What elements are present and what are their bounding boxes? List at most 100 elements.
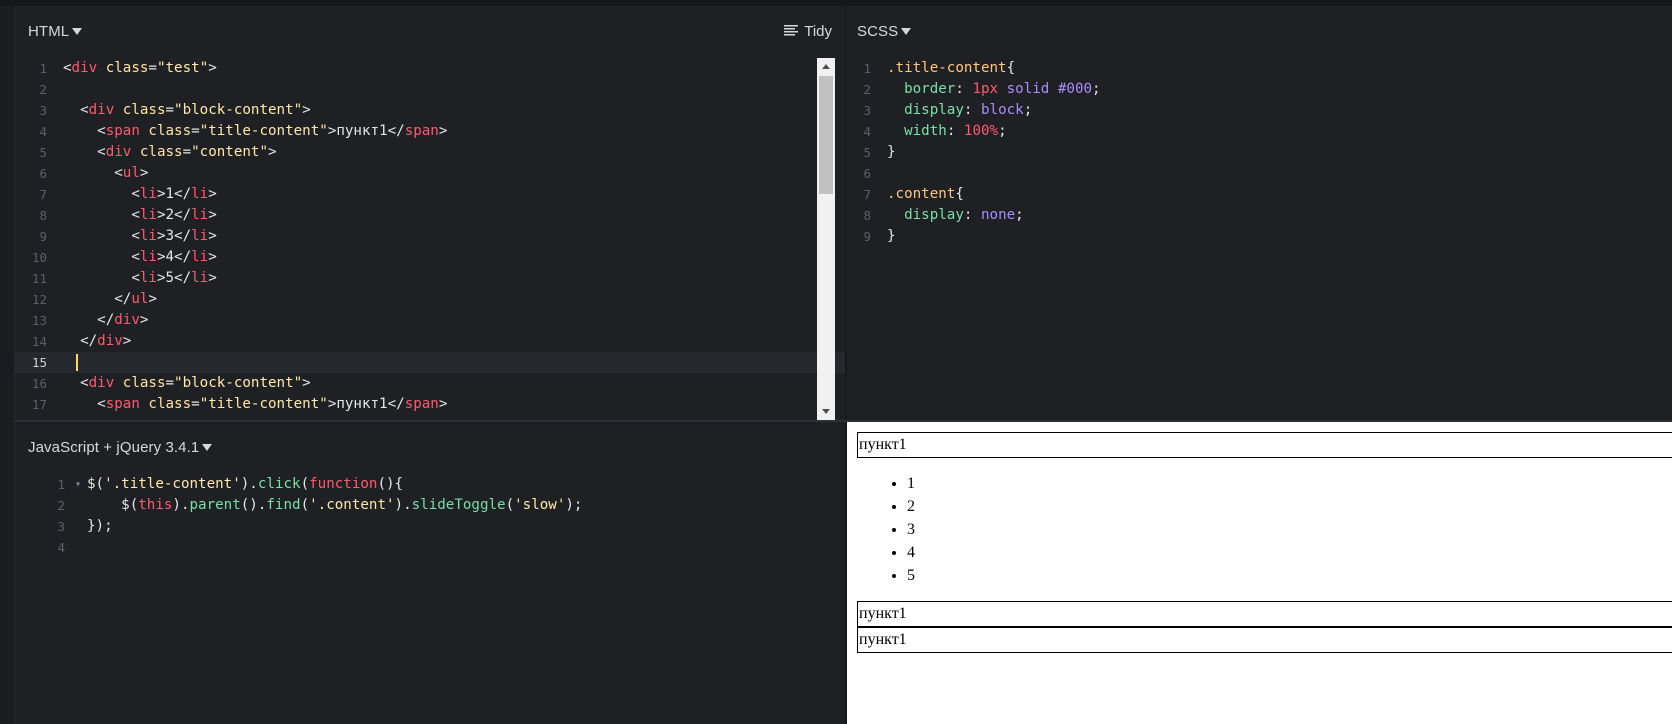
result-title-content[interactable]: пункт1 bbox=[857, 627, 1672, 653]
html-code-line[interactable]: 5 <div class="content"> bbox=[15, 142, 845, 163]
list-item: 2 bbox=[907, 495, 1672, 518]
code-text: <span class="title-content">пункт1</span… bbox=[63, 396, 448, 412]
line-number: 5 bbox=[863, 145, 871, 160]
line-number: 10 bbox=[31, 250, 47, 265]
js-code-line[interactable]: 3}); bbox=[15, 516, 845, 537]
scss-code-line[interactable]: 5} bbox=[847, 142, 1672, 163]
code-text: <div class="content"> bbox=[63, 144, 277, 160]
html-code-line[interactable]: 15 bbox=[15, 352, 845, 373]
result-title-content[interactable]: пункт1 bbox=[857, 601, 1672, 627]
code-text: <li>2</li> bbox=[63, 207, 217, 223]
code-text: <li>5</li> bbox=[63, 270, 217, 286]
js-language-selector[interactable]: JavaScript + jQuery 3.4.1 bbox=[28, 439, 213, 456]
code-text: display: none; bbox=[904, 207, 1024, 223]
scss-language-selector[interactable]: SCSS bbox=[857, 23, 912, 40]
list-item: 5 bbox=[907, 564, 1672, 587]
html-code-line[interactable]: 11 <li>5</li> bbox=[15, 268, 845, 289]
scss-code-editor[interactable]: 1 .title-content{2 border: 1px solid #000… bbox=[847, 58, 1672, 420]
scss-code-line[interactable]: 8 display: none; bbox=[847, 205, 1672, 226]
line-number: 8 bbox=[39, 208, 47, 223]
scrollbar-thumb[interactable] bbox=[819, 76, 833, 194]
scroll-up-arrow-icon[interactable] bbox=[817, 58, 835, 75]
scss-code-line[interactable]: 6 bbox=[847, 163, 1672, 184]
scss-code-line[interactable]: 1 .title-content{ bbox=[847, 58, 1672, 79]
line-number: 2 bbox=[863, 82, 871, 97]
html-code-line[interactable]: 8 <li>2</li> bbox=[15, 205, 845, 226]
js-code-editor[interactable]: 1 ▾ $('.title-content').click(function(){ 2… bbox=[15, 474, 845, 724]
line-number: 4 bbox=[39, 124, 47, 139]
code-text: </div> bbox=[63, 333, 132, 349]
line-number: 3 bbox=[39, 103, 47, 118]
tidy-lines-icon bbox=[784, 25, 799, 36]
caret-down-icon bbox=[901, 28, 912, 35]
js-editor-pane: JavaScript + jQuery 3.4.1 1 ▾ $('.title-co… bbox=[15, 422, 845, 724]
html-code-line[interactable]: 12 </ul> bbox=[15, 289, 845, 310]
line-number: 7 bbox=[39, 187, 47, 202]
line-number: 16 bbox=[31, 376, 47, 391]
js-pane-header: JavaScript + jQuery 3.4.1 bbox=[15, 422, 845, 472]
html-code-line[interactable]: 4 <span class="title-content">пункт1</sp… bbox=[15, 121, 845, 142]
line-number: 15 bbox=[31, 355, 47, 370]
line-number: 4 bbox=[863, 124, 871, 139]
html-code-line[interactable]: 1 <div class="test"> bbox=[15, 58, 845, 79]
result-title-content[interactable]: пункт1 bbox=[857, 432, 1672, 458]
html-code-line[interactable]: 7 <li>1</li> bbox=[15, 184, 845, 205]
code-text: <li>4</li> bbox=[63, 249, 217, 265]
tidy-label: Tidy bbox=[804, 23, 832, 40]
code-text: display: block; bbox=[904, 102, 1033, 118]
js-code-line[interactable]: 2 $(this).parent().find('.content').slid… bbox=[15, 495, 845, 516]
list-item: 1 bbox=[907, 472, 1672, 495]
code-text: <li>1</li> bbox=[63, 186, 217, 202]
line-number: 6 bbox=[39, 166, 47, 181]
js-code-line[interactable]: 4 bbox=[15, 537, 845, 558]
line-number: 7 bbox=[863, 187, 871, 202]
line-number: 17 bbox=[31, 397, 47, 412]
html-code-line[interactable]: 3 <div class="block-content"> bbox=[15, 100, 845, 121]
line-number: 9 bbox=[863, 229, 871, 244]
fold-arrow-icon[interactable]: ▾ bbox=[75, 474, 81, 495]
scss-pane-header: SCSS bbox=[847, 6, 1672, 56]
html-code-line[interactable]: 2 bbox=[15, 79, 845, 100]
scss-editor-pane: SCSS 1 .title-content{2 border: 1px solid… bbox=[847, 6, 1672, 420]
scss-code-line[interactable]: 7 .content{ bbox=[847, 184, 1672, 205]
code-text: border: 1px solid #000; bbox=[904, 81, 1101, 97]
html-language-selector[interactable]: HTML bbox=[28, 23, 83, 40]
code-text: <span class="title-content">пункт1</span… bbox=[63, 123, 448, 139]
tidy-button[interactable]: Tidy bbox=[784, 23, 832, 40]
js-language-label: JavaScript + jQuery 3.4.1 bbox=[28, 439, 200, 456]
html-editor-pane: HTML Tidy 1 <div class="test"> 2 3 <div cla… bbox=[15, 6, 845, 420]
vertical-splitter[interactable] bbox=[845, 6, 847, 724]
code-text: .content{ bbox=[887, 186, 964, 202]
line-number: 3 bbox=[863, 103, 871, 118]
list-item: 4 bbox=[907, 541, 1672, 564]
html-code-line[interactable]: 14 </div> bbox=[15, 331, 845, 352]
line-number: 8 bbox=[863, 208, 871, 223]
html-editor-scrollbar[interactable] bbox=[817, 58, 835, 420]
js-code-line[interactable]: 1 ▾ $('.title-content').click(function(){ bbox=[15, 474, 845, 495]
html-code-line[interactable]: 17 <span class="title-content">пункт1</s… bbox=[15, 394, 845, 415]
scroll-down-arrow-icon[interactable] bbox=[817, 403, 835, 420]
horizontal-splitter[interactable] bbox=[15, 420, 1672, 422]
caret-down-icon bbox=[202, 444, 213, 451]
code-text: } bbox=[887, 144, 896, 160]
line-number: 14 bbox=[31, 334, 47, 349]
line-number: 2 bbox=[57, 498, 65, 513]
html-code-editor[interactable]: 1 <div class="test"> 2 3 <div class="block-… bbox=[15, 58, 845, 420]
html-code-line[interactable]: 16 <div class="block-content"> bbox=[15, 373, 845, 394]
code-text: $('.title-content').click(function(){ bbox=[87, 476, 404, 492]
scss-code-line[interactable]: 9} bbox=[847, 226, 1672, 247]
line-number: 1 bbox=[57, 477, 65, 492]
html-code-line[interactable]: 9 <li>3</li> bbox=[15, 226, 845, 247]
scss-code-line[interactable]: 3 display: block; bbox=[847, 100, 1672, 121]
line-number: 3 bbox=[57, 519, 65, 534]
scss-code-line[interactable]: 4 width: 100%; bbox=[847, 121, 1672, 142]
caret-down-icon bbox=[72, 28, 83, 35]
line-number: 6 bbox=[863, 166, 871, 181]
html-code-line[interactable]: 10 <li>4</li> bbox=[15, 247, 845, 268]
scss-code-line[interactable]: 2 border: 1px solid #000; bbox=[847, 79, 1672, 100]
line-number: 9 bbox=[39, 229, 47, 244]
html-code-line[interactable]: 13 </div> bbox=[15, 310, 845, 331]
list-item: 3 bbox=[907, 518, 1672, 541]
line-number: 4 bbox=[57, 540, 65, 555]
html-code-line[interactable]: 6 <ul> bbox=[15, 163, 845, 184]
